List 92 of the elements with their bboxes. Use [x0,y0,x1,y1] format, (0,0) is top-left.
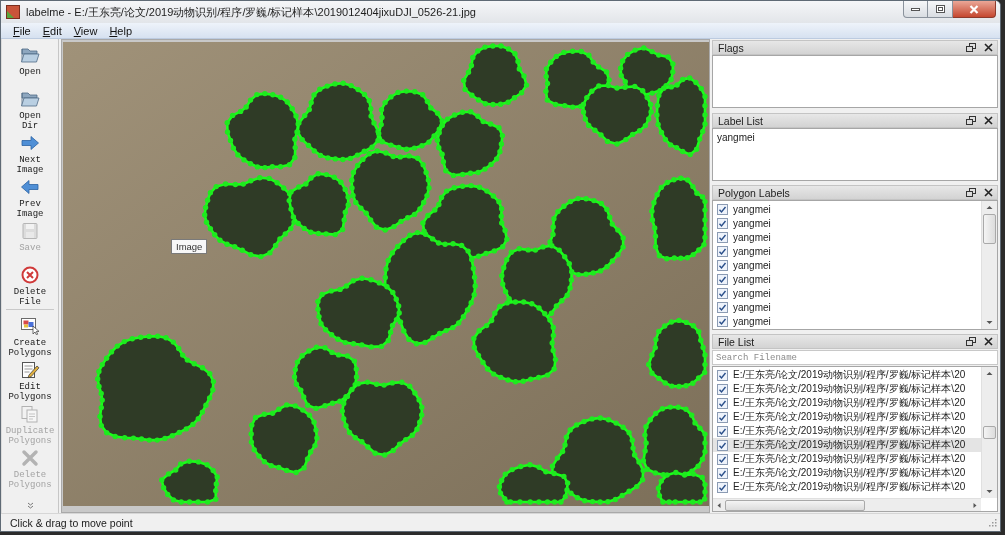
toolbar-button[interactable]: Edit Polygons [3,357,57,401]
polygon-label-item[interactable]: yangmei [713,286,981,300]
close-icon[interactable] [984,188,993,197]
file-list-item[interactable]: E:/王东亮/论文/2019动物识别/程序/罗巍/标记样本\20 [713,480,981,494]
vertical-scrollbar[interactable] [981,367,997,498]
menu-item[interactable]: Edit [36,23,68,38]
checkbox[interactable] [717,315,728,327]
checkbox[interactable] [717,481,728,493]
file-list-item[interactable]: E:/王东亮/论文/2019动物识别/程序/罗巍/标记样本\20 [713,438,981,452]
polygon-label-item[interactable]: yangmei [713,244,981,258]
dock-title: Flags [718,41,744,54]
scrollbar-thumb[interactable] [983,426,996,439]
file-list-item[interactable]: E:/王东亮/论文/2019动物识别/程序/罗巍/标记样本\20 [713,410,981,424]
minimize-icon [911,7,920,11]
minimize-button[interactable] [903,1,928,18]
toolbar-button[interactable]: Next Image [3,130,57,174]
checkbox[interactable] [717,467,728,479]
scrollbar-thumb[interactable] [725,499,865,511]
toolbar-button[interactable]: Create Polygons [3,313,57,357]
vertical-scrollbar[interactable] [981,201,997,329]
menu-item[interactable]: Help [103,23,138,38]
picture-cursor-icon [20,317,40,335]
file-list-item[interactable]: E:/王东亮/论文/2019动物识别/程序/罗巍/标记样本\20 [713,368,981,382]
left-arrow-icon [20,178,40,196]
status-text: Click & drag to move point [10,516,133,529]
checkbox[interactable] [717,383,728,395]
circle-x-icon [20,266,40,284]
maximize-icon [935,5,945,13]
checkbox[interactable] [717,203,728,215]
size-grip-icon[interactable] [988,518,997,527]
polygon-annotation [159,458,220,505]
right-arrow-icon [20,134,40,152]
maximize-button[interactable] [928,1,953,18]
close-icon[interactable] [984,337,993,346]
close-button[interactable] [953,1,996,18]
checkbox[interactable] [717,369,728,381]
close-icon[interactable] [984,43,993,52]
x-icon [20,449,40,467]
dock-title: File List [718,335,755,348]
file-list-item[interactable]: E:/王东亮/论文/2019动物识别/程序/罗巍/标记样本\20 [713,424,981,438]
checkbox[interactable] [717,259,728,271]
float-icon[interactable] [966,187,976,198]
notepad-pencil-icon [20,361,40,379]
toolbar-button[interactable]: Delete File [3,262,57,306]
folder-icon [20,90,40,108]
checkbox[interactable] [717,439,728,451]
search-field[interactable]: Search Filename [712,350,998,365]
scrollbar-thumb[interactable] [983,214,996,244]
float-icon[interactable] [966,336,976,347]
close-icon[interactable] [984,116,993,125]
checkbox[interactable] [717,301,728,313]
dock-title: Polygon Labels [718,186,790,199]
app-icon [6,5,20,19]
polygon-annotation [434,109,506,179]
menu-item[interactable]: File [7,23,37,38]
checkbox[interactable] [717,453,728,465]
window-title: labelme - E:/王东亮/论文/2019动物识别/程序/罗巍/标记样本\2019012404jixuDJI_0526-21.jpg [26,4,476,20]
float-icon[interactable] [966,42,976,53]
close-icon [969,4,979,14]
polygon-label-item[interactable]: yangmei [713,300,981,314]
checkbox[interactable] [717,411,728,423]
double-chevron-icon[interactable] [26,502,34,509]
polygon-label-item[interactable]: yangmei [713,258,981,272]
toolbar-button[interactable]: Open Dir [3,86,57,130]
tooltip: Image [171,239,208,254]
checkbox[interactable] [717,217,728,229]
two-pages-icon [20,405,40,423]
horizontal-scrollbar[interactable] [713,498,981,511]
checkbox[interactable] [717,425,728,437]
toolbar-button[interactable]: Open [3,42,57,86]
menu-item[interactable]: View [67,23,104,38]
float-icon[interactable] [966,115,976,126]
checkbox[interactable] [717,231,728,243]
polygon-annotation [461,43,530,108]
polygon-label-item[interactable]: yangmei [713,230,981,244]
file-list-item[interactable]: E:/王东亮/论文/2019动物识别/程序/罗巍/标记样本\20 [713,396,981,410]
toolbar-button[interactable]: Prev Image [3,174,57,218]
file-list-item[interactable]: E:/王东亮/论文/2019动物识别/程序/罗巍/标记样本\20 [713,452,981,466]
label-list-item[interactable]: yangmei [716,131,994,144]
file-list-item[interactable]: E:/王东亮/论文/2019动物识别/程序/罗巍/标记样本\20 [713,382,981,396]
checkbox[interactable] [717,273,728,285]
polygon-label-item[interactable]: yangmei [713,202,981,216]
checkbox[interactable] [717,245,728,257]
polygon-label-item[interactable]: yangmei [713,314,981,328]
checkbox[interactable] [717,287,728,299]
polygon-annotation [376,88,445,152]
polygon-label-item[interactable]: yangmei [713,272,981,286]
dock-title: Label List [718,114,763,127]
polygon-label-item[interactable]: yangmei [713,216,981,230]
checkbox[interactable] [717,397,728,409]
folder-icon [20,46,40,64]
file-list-item[interactable]: E:/王东亮/论文/2019动物识别/程序/罗巍/标记样本\20 [713,466,981,480]
